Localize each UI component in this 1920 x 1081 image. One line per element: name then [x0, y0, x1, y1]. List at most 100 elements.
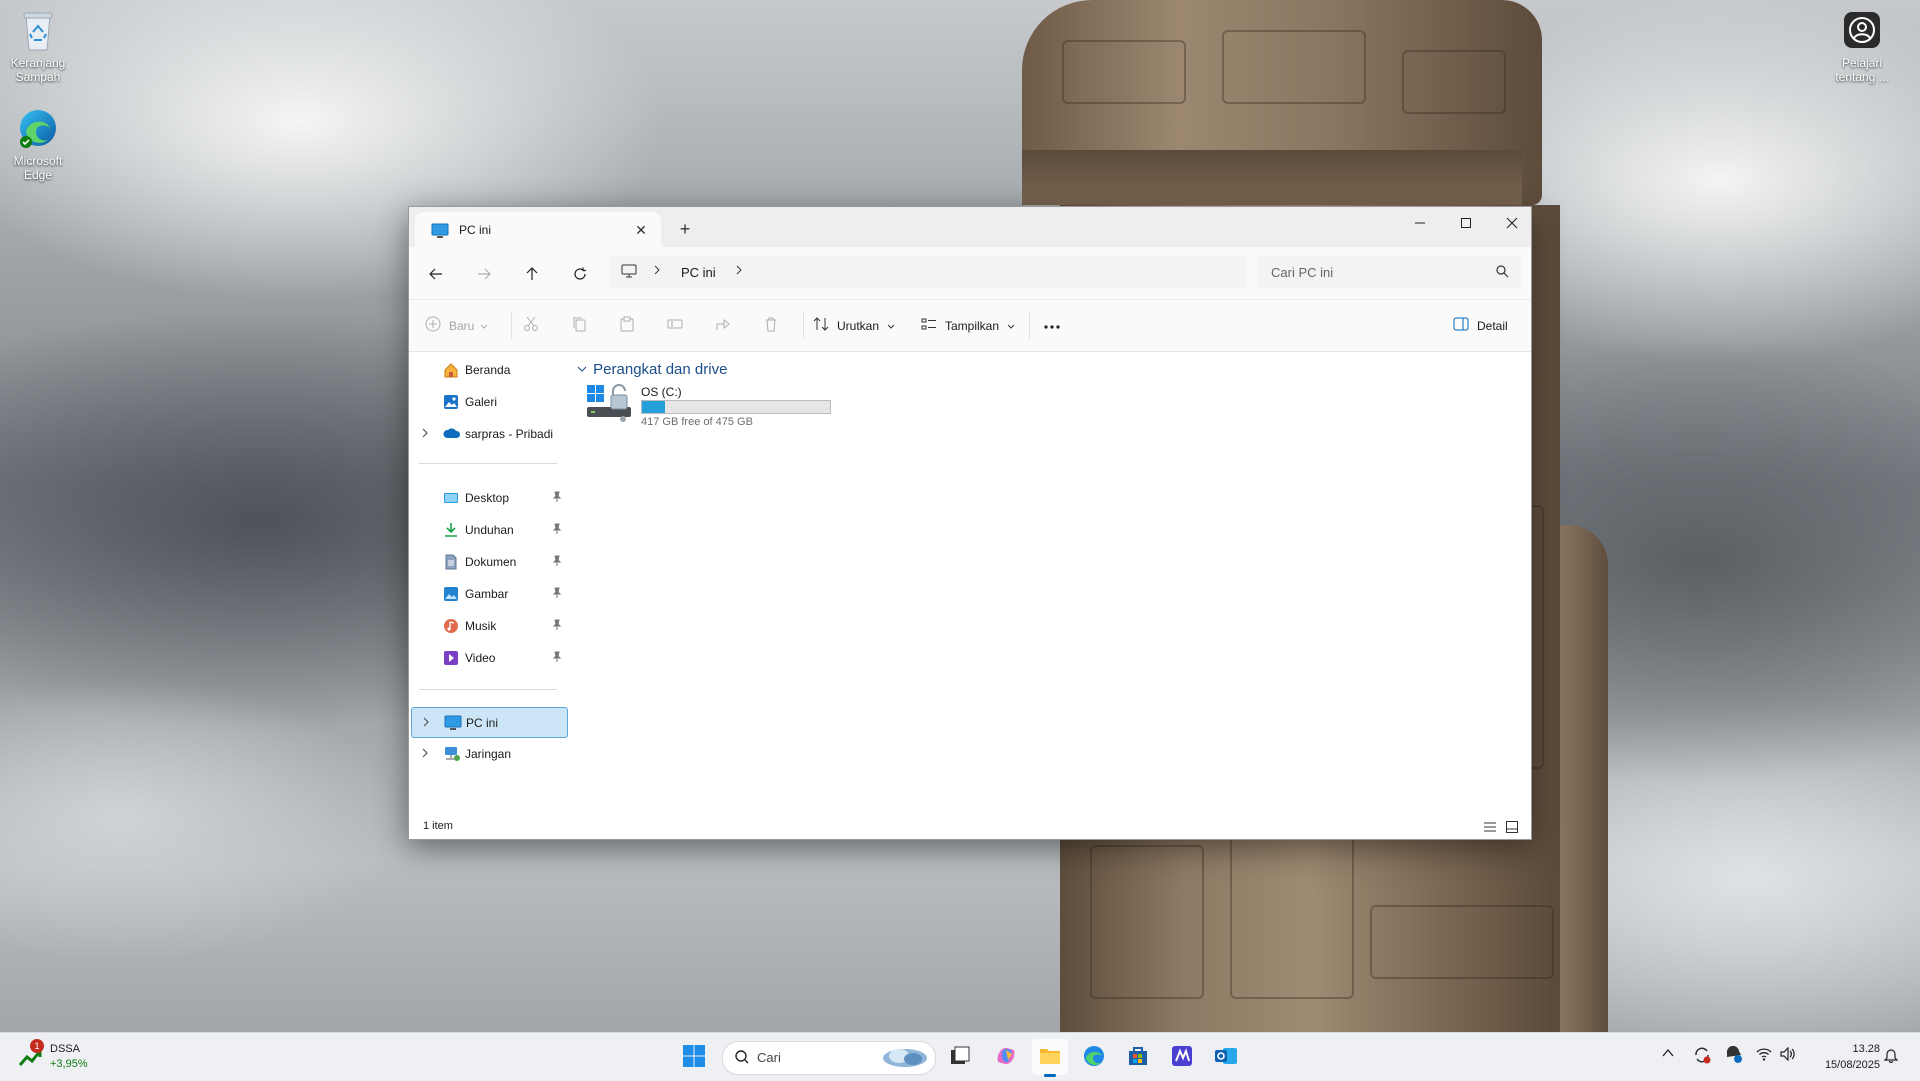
- taskbar-search[interactable]: Cari: [722, 1041, 936, 1075]
- chevron-down-icon: [480, 319, 488, 333]
- outlook-icon: [1214, 1045, 1238, 1070]
- notification-bell-icon[interactable]: [1883, 1047, 1899, 1066]
- ms365-taskbar-button[interactable]: [1164, 1039, 1200, 1075]
- sidebar-item-onedrive[interactable]: sarpras - Pribadi: [411, 419, 566, 449]
- view-label: Tampilkan: [945, 318, 1000, 333]
- tab-title: PC ini: [459, 223, 492, 237]
- search-highlight-icon: [881, 1044, 929, 1073]
- desktop-icon-edge[interactable]: Microsoft Edge: [0, 106, 76, 182]
- up-button[interactable]: [517, 259, 547, 289]
- chevron-right-icon[interactable]: [422, 716, 430, 731]
- refresh-button[interactable]: [565, 259, 595, 289]
- store-taskbar-button[interactable]: [1120, 1039, 1156, 1075]
- sidebar-item-label: Desktop: [465, 491, 510, 505]
- sidebar-item-musik[interactable]: Musik: [411, 611, 566, 641]
- sidebar-item-unduhan[interactable]: Unduhan: [411, 515, 566, 545]
- desktop-folder-icon: [443, 490, 459, 506]
- tab-pc-ini[interactable]: PC ini ✕: [415, 212, 661, 247]
- sidebar-item-jaringan[interactable]: Jaringan: [411, 739, 566, 769]
- sidebar-item-label: Gambar: [465, 587, 509, 601]
- navigation-pane: Beranda Galeri sarpras - Pribadi Desktop…: [409, 351, 569, 811]
- widget-change: +3,95%: [50, 1058, 88, 1070]
- large-icons-view-button[interactable]: [1505, 820, 1519, 837]
- desktop-icon-learn-about-picture[interactable]: Pelajari tentang ...: [1824, 8, 1900, 84]
- rename-button[interactable]: [667, 300, 683, 351]
- new-tab-button[interactable]: +: [671, 215, 699, 243]
- new-button[interactable]: Baru: [425, 300, 488, 351]
- close-button[interactable]: [1489, 207, 1531, 239]
- network-icon: [443, 746, 460, 762]
- task-view-button[interactable]: [942, 1039, 978, 1075]
- sort-button[interactable]: Urutkan: [813, 300, 895, 351]
- documents-icon: [443, 554, 459, 570]
- store-icon: [1127, 1045, 1149, 1070]
- sidebar-item-pc-ini[interactable]: PC ini: [411, 707, 568, 738]
- rename-icon: [667, 316, 683, 335]
- search-placeholder: Cari PC ini: [1271, 265, 1334, 280]
- paste-button[interactable]: [619, 300, 635, 351]
- drive-name: OS (C:): [641, 385, 682, 399]
- minimize-button[interactable]: [1397, 207, 1443, 239]
- delete-button[interactable]: [763, 300, 779, 351]
- status-bar: 1 item: [409, 815, 1531, 839]
- clipboard-icon: [619, 316, 635, 335]
- notification-badge: 1: [30, 1039, 44, 1053]
- sidebar-item-video[interactable]: Video: [411, 643, 566, 673]
- home-icon: [443, 362, 459, 378]
- forward-button[interactable]: [469, 259, 499, 289]
- details-view-button[interactable]: [1483, 821, 1497, 836]
- more-options-button[interactable]: [1043, 300, 1061, 351]
- details-pane-button[interactable]: Detail: [1453, 300, 1508, 351]
- start-button[interactable]: [676, 1039, 712, 1075]
- outlook-taskbar-button[interactable]: [1208, 1039, 1244, 1075]
- drive-free-space: 417 GB free of 475 GB: [641, 416, 753, 428]
- breadcrumb-item-pc-ini[interactable]: PC ini: [681, 265, 716, 280]
- chevron-right-icon: [653, 264, 661, 279]
- music-icon: [443, 618, 459, 634]
- maximize-button[interactable]: [1443, 207, 1489, 239]
- back-button[interactable]: [421, 259, 451, 289]
- tab-close-button[interactable]: ✕: [629, 218, 653, 242]
- desktop-icon-recycle-bin[interactable]: Keranjang Sampah: [0, 8, 76, 84]
- chevron-right-icon[interactable]: [735, 264, 743, 279]
- sidebar-item-dokumen[interactable]: Dokumen: [411, 547, 566, 577]
- this-pc-icon: [431, 223, 449, 242]
- sidebar-item-gambar[interactable]: Gambar: [411, 579, 566, 609]
- file-explorer-taskbar-button[interactable]: [1032, 1039, 1068, 1077]
- active-indicator: [1044, 1074, 1056, 1077]
- wifi-icon[interactable]: [1756, 1047, 1772, 1064]
- sidebar-item-label: sarpras - Pribadi: [465, 427, 554, 441]
- chevron-down-icon: [1007, 319, 1015, 333]
- edge-taskbar-button[interactable]: [1076, 1039, 1112, 1075]
- divider: [1029, 312, 1030, 339]
- sidebar-item-beranda[interactable]: Beranda: [411, 355, 566, 385]
- file-explorer-icon: [1038, 1045, 1062, 1070]
- sidebar-item-label: PC ini: [466, 716, 499, 730]
- share-button[interactable]: [715, 300, 731, 351]
- volume-icon[interactable]: [1780, 1046, 1796, 1064]
- content-pane: Perangkat dan drive OS (C:) 417 GB free …: [569, 351, 1531, 811]
- copy-button[interactable]: [571, 300, 587, 351]
- chevron-right-icon[interactable]: [421, 427, 429, 442]
- start-icon: [682, 1044, 706, 1071]
- sync-icon[interactable]: [1692, 1045, 1712, 1068]
- clock-date: 15/08/2025: [1824, 1059, 1880, 1071]
- breadcrumb[interactable]: PC ini: [609, 256, 1247, 288]
- chevron-right-icon[interactable]: [421, 747, 429, 762]
- search-box[interactable]: Cari PC ini: [1257, 256, 1521, 288]
- add-circle-icon: [425, 316, 441, 335]
- security-icon[interactable]: [1724, 1045, 1744, 1068]
- stone-pillar-side: [1560, 525, 1608, 1035]
- copy-icon: [571, 316, 587, 335]
- show-hidden-icons-button[interactable]: [1662, 1047, 1674, 1061]
- widgets-button[interactable]: 1 DSSA +3,95%: [18, 1039, 98, 1073]
- view-button[interactable]: Tampilkan: [921, 300, 1015, 351]
- sidebar-item-galeri[interactable]: Galeri: [411, 387, 566, 417]
- copilot-button[interactable]: [988, 1039, 1024, 1075]
- drive-item[interactable]: OS (C:) 417 GB free of 475 GB: [585, 381, 845, 433]
- sort-label: Urutkan: [837, 318, 880, 333]
- sidebar-item-desktop[interactable]: Desktop: [411, 483, 566, 513]
- clock[interactable]: 13.28 15/08/2025: [1825, 1041, 1880, 1073]
- cut-button[interactable]: [523, 300, 539, 351]
- group-header[interactable]: Perangkat dan drive: [577, 361, 727, 378]
